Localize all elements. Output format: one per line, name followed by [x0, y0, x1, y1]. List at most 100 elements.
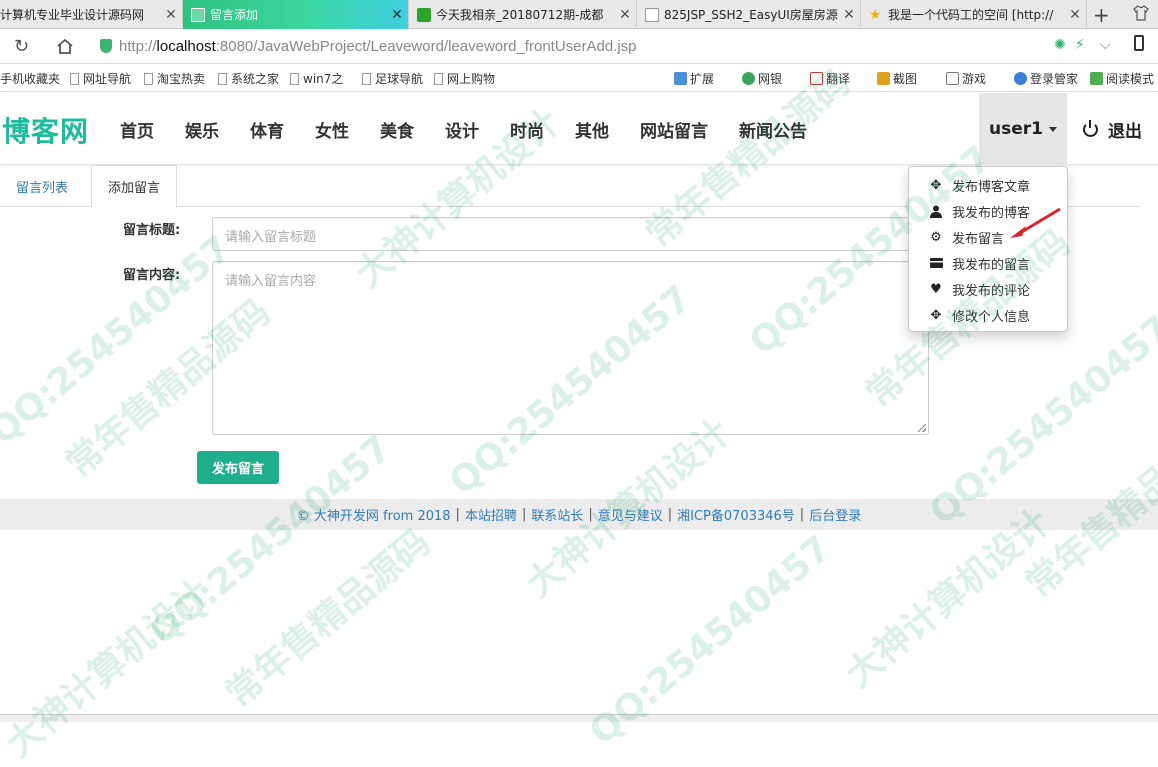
bookmark-item[interactable]: 网上购物 [434, 70, 495, 87]
site-footer: © 大神开发网 from 2018 | 本站招聘 | 联系站长 | 意见与建议 … [0, 499, 1158, 530]
extension-item[interactable]: 扩展 [674, 70, 714, 87]
extension-label: 网银 [758, 72, 783, 86]
url-field[interactable]: http:// localhost :8080/JavaWebProject/L… [100, 35, 637, 57]
browser-tab-active[interactable]: 留言添加 ✕ [183, 0, 409, 29]
extension-item[interactable]: 翻译 [810, 70, 850, 87]
menu-item-label: 修改个人信息 [952, 309, 1031, 325]
bookmark-label: 网址导航 [83, 72, 132, 86]
bookmark-item[interactable]: 足球导航 [362, 70, 423, 87]
nav-home[interactable]: 首页 [120, 117, 154, 142]
menu-item-my-comments[interactable]: ♥ 我发布的评论 [909, 276, 1067, 302]
nav-entertainment[interactable]: 娱乐 [185, 117, 219, 142]
tab-add-message[interactable]: 添加留言 [91, 165, 178, 208]
move-icon: ✥ [930, 177, 942, 193]
menu-item-publish-blog[interactable]: ✥ 发布博客文章 [909, 172, 1067, 198]
bookmark-item[interactable]: win7之 [290, 70, 343, 87]
browser-tab[interactable]: 今天我相亲_20180712期-成都 ✕ [409, 0, 637, 29]
bookmark-item[interactable]: 手机收藏夹 [0, 70, 60, 87]
heart-icon: ♥ [930, 281, 942, 297]
home-icon[interactable] [56, 38, 74, 54]
bookmark-item[interactable]: 淘宝热卖 [144, 70, 205, 87]
annotation-arrow-icon [1010, 207, 1061, 238]
extension-label: 游戏 [962, 72, 987, 86]
lightning-icon[interactable]: ⚡ [1075, 37, 1085, 53]
tab-label: 我是一个代码工的空间 [http:// [888, 8, 1054, 22]
watermark-text: 大神计算机设计 [0, 571, 218, 766]
page-icon [144, 72, 153, 85]
resize-handle-icon[interactable] [918, 424, 926, 432]
nav-food[interactable]: 美食 [380, 117, 414, 142]
tab-label: 825JSP_SSH2_EasyUI房屋房源 [664, 8, 838, 22]
user-dropdown-menu: ✥ 发布博客文章 我发布的博客 ⚙ 发布留言 我发布的留言 ♥ 我发布的评论 ✥… [908, 166, 1068, 332]
url-host: localhost [156, 37, 216, 55]
nav-design[interactable]: 设计 [445, 117, 479, 142]
extension-item[interactable]: 登录管家 [1014, 70, 1078, 87]
site-brand[interactable]: 博客网 [2, 110, 89, 150]
bookmark-label: 系统之家 [231, 72, 280, 86]
move-icon: ✥ [930, 307, 942, 323]
reload-icon[interactable]: ↻ [14, 36, 29, 57]
title-input[interactable]: 请输入留言标题 [212, 217, 928, 251]
close-icon[interactable]: ✕ [386, 7, 408, 23]
nav-fashion[interactable]: 时尚 [510, 117, 544, 142]
close-icon[interactable]: ✕ [614, 7, 636, 23]
nav-women[interactable]: 女性 [315, 117, 349, 142]
speed-icon[interactable]: ✺ [1054, 37, 1066, 53]
content-textarea[interactable]: 请输入留言内容 [212, 261, 929, 435]
footer-link-jobs[interactable]: 本站招聘 [465, 505, 517, 524]
extension-item[interactable]: 截图 [877, 70, 917, 87]
nav-other[interactable]: 其他 [575, 117, 609, 142]
footer-copyright: © 大神开发网 from 2018 [296, 509, 451, 524]
submit-message-button[interactable]: 发布留言 [197, 451, 279, 484]
site-navbar: 博客网 首页 娱乐 体育 女性 美食 设计 时尚 其他 网站留言 新闻公告 us… [0, 93, 1158, 165]
secure-shield-icon [100, 39, 112, 53]
close-icon[interactable]: ✕ [1064, 7, 1086, 23]
footer-link-feedback[interactable]: 意见与建议 [598, 505, 663, 524]
page-icon [362, 72, 371, 85]
footer-separator: | [667, 507, 673, 522]
nav-news[interactable]: 新闻公告 [739, 117, 807, 142]
footer-separator: | [588, 507, 593, 522]
footer-link-icp[interactable]: 湘ICP备0703346号 [677, 505, 795, 524]
gamepad-icon [946, 72, 959, 85]
extension-item[interactable]: 阅读模式 [1090, 70, 1154, 87]
extension-item[interactable]: 网银 [742, 70, 782, 87]
page-icon [290, 72, 299, 85]
menu-item-my-messages[interactable]: 我发布的留言 [909, 250, 1067, 276]
page-icon [645, 7, 659, 22]
bookmark-label: 网上购物 [447, 72, 496, 86]
new-tab-button[interactable]: + [1093, 3, 1110, 27]
watermark-text: QQ:254540457 [0, 228, 240, 453]
bookmark-label: win7之 [303, 72, 344, 86]
close-icon[interactable]: ✕ [838, 7, 860, 23]
logout-button[interactable]: 退出 [1083, 117, 1142, 142]
browser-tab[interactable]: 计算机专业毕业设计源码网 ✕ [0, 0, 183, 29]
phone-icon[interactable] [1134, 35, 1144, 51]
menu-item-label: 我发布的留言 [952, 257, 1031, 273]
nav-site-messages[interactable]: 网站留言 [640, 117, 708, 142]
bookmark-item[interactable]: 系统之家 [218, 70, 279, 87]
content-label: 留言内容: [123, 268, 181, 283]
user-menu-toggle[interactable]: user1 [979, 93, 1067, 165]
close-icon[interactable]: ✕ [160, 7, 182, 23]
address-bar: ↻ http:// localhost :8080/JavaWebProject… [0, 29, 1158, 64]
chevron-down-icon[interactable]: ⌵ [1100, 37, 1111, 53]
translate-icon [810, 72, 823, 85]
bookmark-item[interactable]: 网址导航 [70, 70, 131, 87]
menu-item-edit-profile[interactable]: ✥ 修改个人信息 [909, 302, 1067, 328]
page-icon [218, 72, 227, 85]
footer-link-contact[interactable]: 联系站长 [531, 505, 583, 524]
tab-message-list[interactable]: 留言列表 [0, 165, 84, 207]
browser-tab[interactable]: ★ 我是一个代码工的空间 [http:// ✕ [861, 0, 1087, 29]
extension-item[interactable]: 游戏 [946, 70, 986, 87]
nav-sports[interactable]: 体育 [250, 117, 284, 142]
footer-link-admin[interactable]: 后台登录 [809, 505, 861, 524]
browser-tab-bar: 计算机专业毕业设计源码网 ✕ 留言添加 ✕ 今天我相亲_20180712期-成都… [0, 0, 1158, 29]
tab-label: 今天我相亲_20180712期-成都 [436, 8, 604, 22]
menu-item-label: 发布留言 [952, 231, 1005, 247]
bookmarks-bar: 手机收藏夹 网址导航 淘宝热卖 系统之家 win7之 足球导航 网上购物 扩展 … [0, 64, 1158, 92]
footer-separator: | [455, 507, 460, 522]
browser-tab[interactable]: 825JSP_SSH2_EasyUI房屋房源 ✕ [637, 0, 861, 29]
menu-item-label: 我发布的评论 [952, 283, 1031, 299]
skin-icon[interactable] [1133, 5, 1149, 21]
